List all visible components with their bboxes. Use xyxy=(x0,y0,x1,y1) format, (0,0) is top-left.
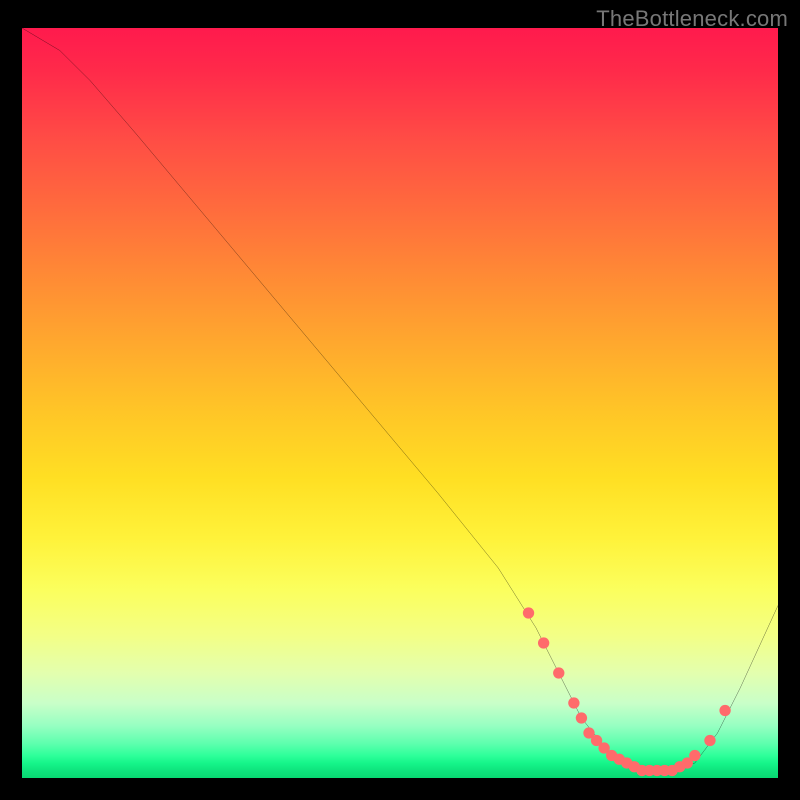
highlight-point xyxy=(689,750,700,761)
highlight-points-group xyxy=(523,607,731,776)
highlight-point xyxy=(719,705,730,716)
highlight-point xyxy=(523,607,534,618)
highlight-point xyxy=(576,712,587,723)
watermark-text: TheBottleneck.com xyxy=(596,6,788,32)
chart-svg xyxy=(22,28,778,778)
highlight-point xyxy=(568,697,579,708)
highlight-point xyxy=(538,637,549,648)
bottleneck-curve-line xyxy=(22,28,778,771)
chart-plot-area xyxy=(22,28,778,778)
highlight-point xyxy=(553,667,564,678)
highlight-point xyxy=(704,735,715,746)
